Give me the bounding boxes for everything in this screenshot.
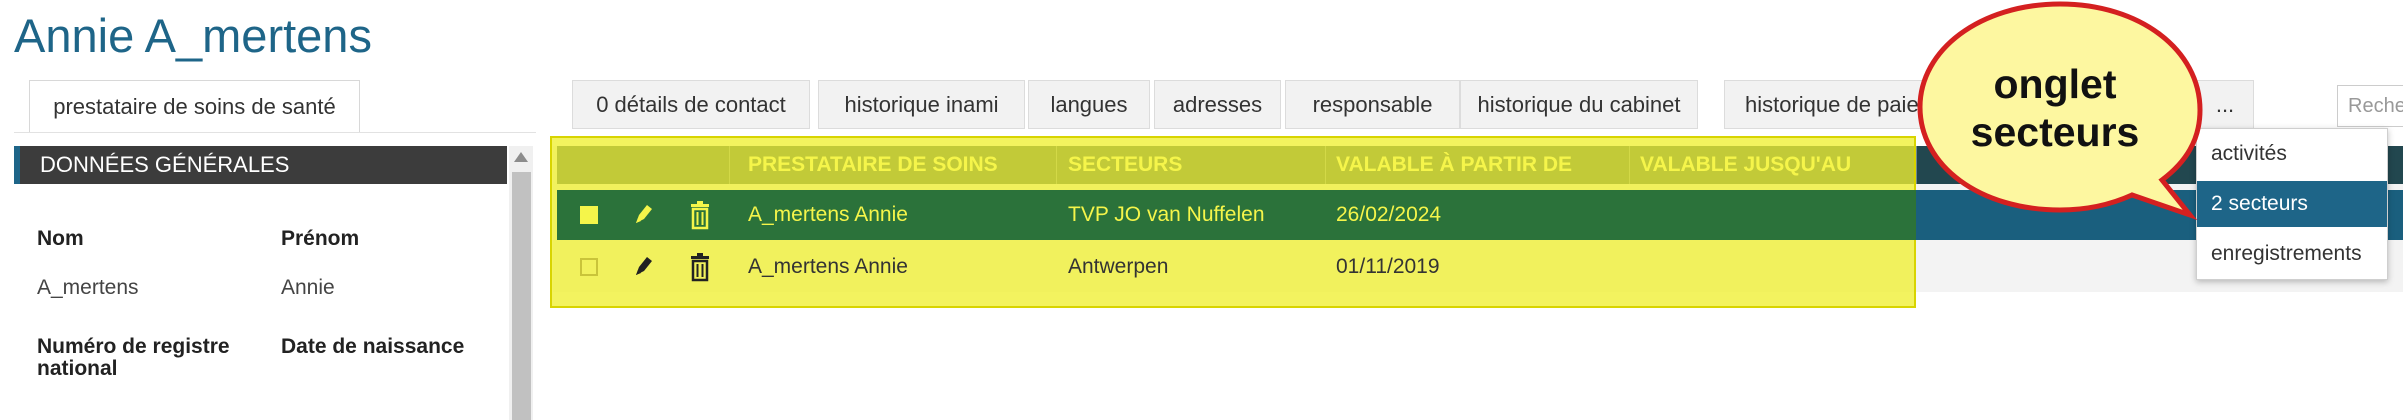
- callout-label: onglet secteurs: [1950, 60, 2160, 156]
- pencil-icon[interactable]: [630, 253, 656, 281]
- page-title: Annie A_mertens: [14, 9, 372, 62]
- scrollbar-thumb[interactable]: [512, 172, 531, 420]
- tab-langues[interactable]: langues: [1028, 80, 1150, 129]
- tab-responsable[interactable]: responsable: [1285, 80, 1460, 129]
- tab-contact-details[interactable]: 0 détails de contact: [572, 80, 810, 129]
- row-checkbox[interactable]: [580, 258, 598, 276]
- search-input[interactable]: Rechercher: [2337, 85, 2403, 127]
- trash-icon[interactable]: [689, 200, 711, 230]
- panel-header: DONNÉES GÉNÉRALES: [14, 146, 507, 184]
- tab-historique-cabinet[interactable]: historique du cabinet: [1460, 80, 1698, 129]
- row-checkbox[interactable]: [580, 206, 598, 224]
- registre-label-line2: national: [37, 357, 118, 380]
- scroll-up-arrow-icon[interactable]: [514, 152, 528, 162]
- prenom-value: Annie: [281, 276, 335, 299]
- callout-line1: onglet: [1993, 61, 2117, 107]
- cell-prestataire: A_mertens Annie: [748, 255, 908, 278]
- nom-label: Nom: [37, 227, 84, 250]
- more-tabs-dropdown: activités 2 secteurs enregistrements: [2196, 128, 2388, 280]
- trash-icon[interactable]: [689, 252, 711, 282]
- menu-item-secteurs[interactable]: 2 secteurs: [2197, 181, 2387, 227]
- header-secteurs[interactable]: SECTEURS: [1068, 146, 1182, 184]
- cell-valable-debut: 01/11/2019: [1336, 255, 1440, 278]
- header-valable-debut[interactable]: VALABLE À PARTIR DE: [1336, 146, 1572, 184]
- menu-item-activites[interactable]: activités: [2197, 131, 2387, 177]
- tab-historique-paiement[interactable]: historique de paiement: [1724, 80, 1924, 129]
- registre-label-line1: Numéro de registre: [37, 335, 230, 358]
- cell-secteur: TVP JO van Nuffelen: [1068, 203, 1265, 226]
- callout-line2: secteurs: [1970, 109, 2140, 155]
- cell-secteur: Antwerpen: [1068, 255, 1169, 278]
- tab-adresses[interactable]: adresses: [1154, 80, 1281, 129]
- menu-item-enregistrements[interactable]: enregistrements: [2197, 231, 2387, 277]
- tab-historique-inami[interactable]: historique inami: [818, 80, 1025, 129]
- nom-value: A_mertens: [37, 276, 139, 299]
- tab-divider: [14, 132, 536, 133]
- prenom-label: Prénom: [281, 227, 360, 250]
- tab-prestataire[interactable]: prestataire de soins de santé: [29, 80, 360, 133]
- cell-prestataire: A_mertens Annie: [748, 203, 908, 226]
- header-valable-fin[interactable]: VALABLE JUSQU'AU: [1640, 146, 1851, 184]
- header-prestataire[interactable]: PRESTATAIRE DE SOINS: [748, 146, 998, 184]
- pencil-icon[interactable]: [630, 201, 656, 229]
- cell-valable-debut: 26/02/2024: [1336, 203, 1442, 226]
- registre-label: Numéro de registre national: [37, 336, 230, 380]
- general-data-panel: DONNÉES GÉNÉRALES Nom Prénom A_mertens A…: [14, 146, 507, 420]
- naissance-label: Date de naissance: [281, 335, 465, 358]
